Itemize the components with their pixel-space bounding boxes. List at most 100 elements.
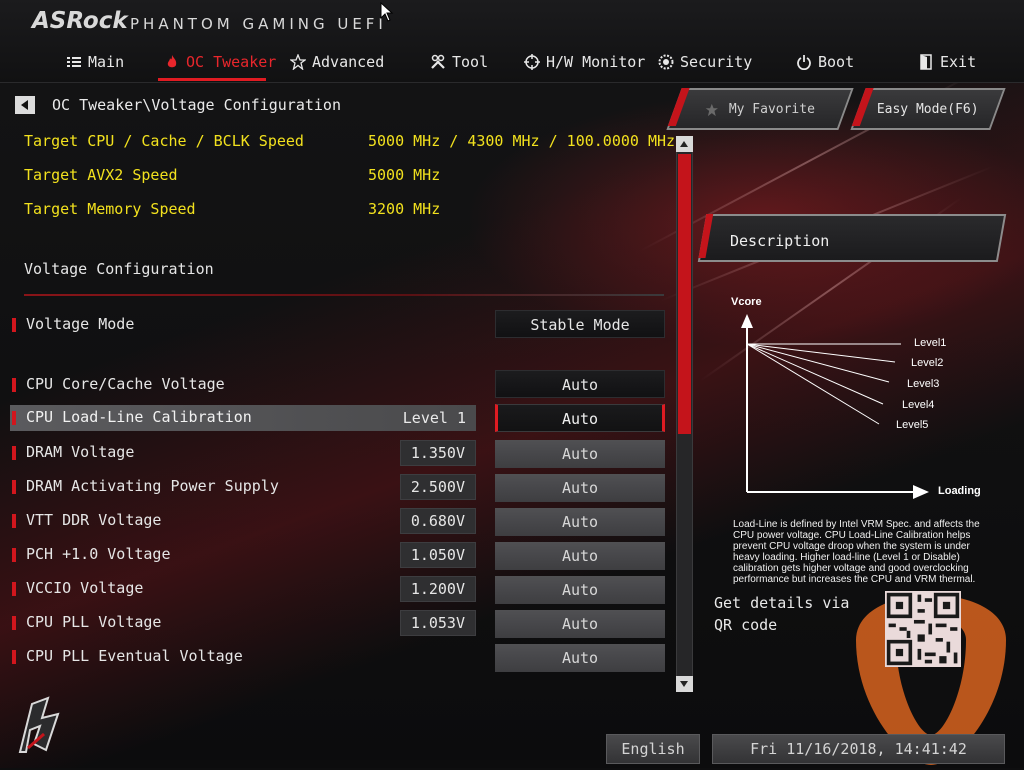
tab-label: Main — [88, 53, 125, 71]
scroll-down-button[interactable] — [676, 676, 693, 692]
vtt-ddr-voltage-current-value: 0.680V — [400, 508, 476, 534]
row-marker — [12, 548, 16, 562]
section-divider — [24, 294, 664, 296]
brand-logo: ASRock — [32, 8, 128, 34]
setting-label: PCH +1.0 Voltage — [26, 545, 171, 563]
tab-main[interactable]: Main — [66, 50, 124, 74]
tab-label: OC Tweaker — [186, 53, 277, 71]
tab-oc-tweaker[interactable]: OC Tweaker — [164, 50, 276, 74]
setting-label: CPU PLL Eventual Voltage — [26, 647, 243, 665]
language-button[interactable]: English — [606, 734, 700, 764]
top-bar: ASRock PHANTOM GAMING UEFI Main OC Tweak… — [0, 0, 1024, 83]
vtt-ddr-voltage-select[interactable]: Auto — [495, 508, 665, 536]
description-title: Description — [730, 232, 830, 250]
level-label: Level2 — [911, 357, 943, 369]
level-label: Level4 — [902, 399, 934, 411]
level-label: Level5 — [896, 419, 928, 431]
datetime-display: Fri 11/16/2018, 14:41:42 — [712, 734, 1005, 764]
tab-hw-monitor[interactable]: H/W Monitor — [524, 50, 645, 74]
star-icon — [290, 54, 306, 70]
tab-boot[interactable]: Boot — [796, 50, 854, 74]
cpu-pll-eventual-voltage-select[interactable]: Auto — [495, 644, 665, 672]
power-icon — [797, 55, 811, 70]
pch-voltage-current-value: 1.050V — [400, 542, 476, 568]
tab-label: Advanced — [312, 53, 385, 71]
setting-row-cpu-pll-eventual-voltage[interactable]: CPU PLL Eventual Voltage — [10, 644, 476, 670]
phantom-gaming-logo — [18, 696, 60, 753]
cpu-core-cache-voltage-select[interactable]: Auto — [495, 370, 665, 398]
row-marker — [12, 514, 16, 528]
my-favorite-label: My Favorite — [728, 101, 816, 117]
row-marker — [12, 446, 16, 460]
setting-label: DRAM Activating Power Supply — [26, 477, 279, 495]
wrench-icon — [431, 54, 445, 69]
scrollbar-thumb[interactable] — [678, 154, 691, 434]
shield-gear-icon — [658, 54, 674, 70]
target-avx2-value: 5000 MHz — [368, 166, 441, 184]
level-line — [746, 343, 896, 363]
row-marker — [12, 582, 16, 596]
tab-label: Exit — [940, 53, 977, 71]
row-marker — [12, 378, 16, 392]
tab-label: Boot — [818, 53, 855, 71]
row-marker — [12, 411, 16, 425]
list-icon — [67, 57, 81, 67]
setting-label: CPU Load-Line Calibration — [26, 408, 252, 426]
qr-code-icon — [885, 591, 961, 667]
scroll-up-button[interactable] — [676, 136, 693, 152]
dram-activating-power-supply-select[interactable]: Auto — [495, 474, 665, 502]
setting-label: Voltage Mode — [26, 315, 135, 333]
setting-row-cpu-core-cache-voltage[interactable]: CPU Core/Cache Voltage — [10, 372, 476, 398]
target-memory-value: 3200 MHz — [368, 200, 441, 218]
row-marker — [12, 318, 16, 332]
vccio-voltage-current-value: 1.200V — [400, 576, 476, 602]
tab-advanced[interactable]: Advanced — [290, 50, 384, 74]
active-tab-indicator — [158, 78, 266, 81]
dram-activating-power-supply-current-value: 2.500V — [400, 474, 476, 500]
row-marker — [12, 650, 16, 664]
my-favorite-button[interactable]: My Favorite — [666, 88, 854, 130]
tab-tool[interactable]: Tool — [430, 50, 488, 74]
flame-icon — [167, 55, 177, 68]
back-button[interactable] — [15, 96, 35, 114]
target-memory-label: Target Memory Speed — [24, 200, 196, 218]
diagram-y-label: Vcore — [731, 296, 762, 308]
mouse-cursor-icon — [380, 2, 394, 22]
level-line — [746, 343, 884, 405]
setting-label: VTT DDR Voltage — [26, 511, 162, 529]
cpu-pll-voltage-select[interactable]: Auto — [495, 610, 665, 638]
level-line — [746, 343, 890, 383]
setting-label: VCCIO Voltage — [26, 579, 144, 597]
easy-mode-button[interactable]: Easy Mode(F6) — [850, 88, 1006, 130]
load-line-diagram: Vcore Loading Level1 Level2 Level3 Level… — [731, 296, 981, 499]
tab-label: H/W Monitor — [546, 53, 646, 71]
setting-label: DRAM Voltage — [26, 443, 135, 461]
crosshair-icon — [524, 54, 540, 70]
cpu-load-line-calibration-select[interactable]: Auto — [495, 404, 665, 432]
diagram-y-arrow — [741, 314, 753, 328]
tab-label: Security — [680, 53, 753, 71]
cpu-pll-voltage-current-value: 1.053V — [400, 610, 476, 636]
level-line — [746, 343, 880, 425]
setting-label: CPU PLL Voltage — [26, 613, 162, 631]
target-cpu-label: Target CPU / Cache / BCLK Speed — [24, 132, 304, 150]
cpu-load-line-current-value: Level 1 — [402, 409, 466, 427]
exit-door-icon — [920, 54, 932, 70]
setting-label: CPU Core/Cache Voltage — [26, 375, 225, 393]
star-icon — [705, 102, 719, 116]
tab-security[interactable]: Security — [658, 50, 752, 74]
tab-label: Tool — [452, 53, 489, 71]
vccio-voltage-select[interactable]: Auto — [495, 576, 665, 604]
setting-row-voltage-mode[interactable]: Voltage Mode — [10, 312, 476, 338]
row-marker — [12, 616, 16, 630]
diagram-x-label: Loading — [938, 485, 981, 497]
tab-exit[interactable]: Exit — [918, 50, 976, 74]
breadcrumb: OC Tweaker\Voltage Configuration — [52, 96, 341, 114]
target-cpu-value: 5000 MHz / 4300 MHz / 100.0000 MHz — [368, 132, 676, 150]
voltage-mode-select[interactable]: Stable Mode — [495, 310, 665, 338]
easy-mode-label: Easy Mode(F6) — [877, 101, 979, 117]
dram-voltage-select[interactable]: Auto — [495, 440, 665, 468]
level-label: Level1 — [914, 337, 946, 349]
pch-voltage-select[interactable]: Auto — [495, 542, 665, 570]
row-marker — [12, 480, 16, 494]
